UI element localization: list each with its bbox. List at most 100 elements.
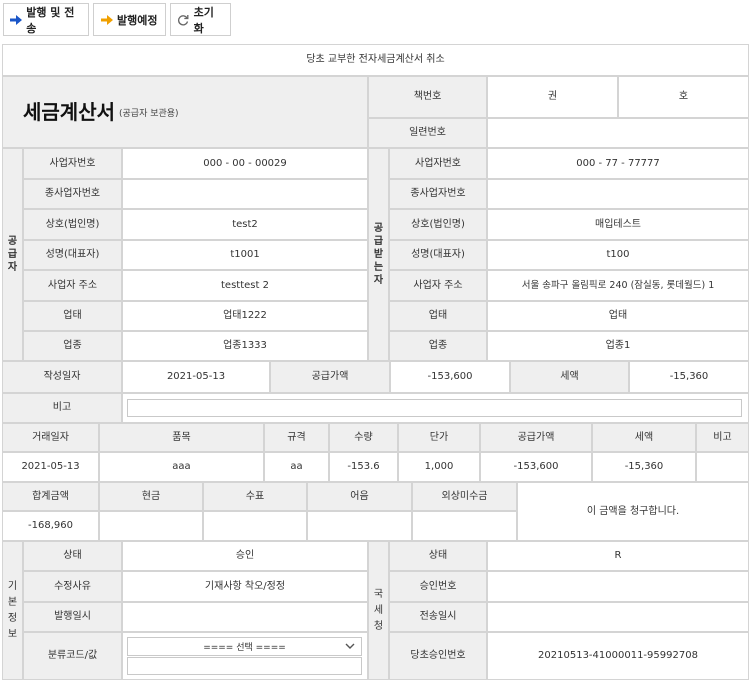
book-number: 호 — [618, 76, 749, 118]
basic-info-section-label: 기본정보 — [2, 541, 23, 680]
buyer-company-value: 매입테스트 — [487, 209, 749, 240]
basic-reason-label: 수정사유 — [23, 571, 122, 602]
totals-note — [307, 511, 412, 541]
issue-schedule-button[interactable]: 발행예정 — [93, 3, 166, 36]
totals-sum: -168,960 — [2, 511, 99, 541]
item-qty: -153.6 — [329, 452, 398, 482]
supply-value: -153,600 — [390, 361, 510, 393]
refresh-icon — [177, 13, 190, 26]
serial-value — [487, 118, 749, 148]
serial-label: 일련번호 — [368, 118, 487, 148]
supplier-company-label: 상호(법인명) — [23, 209, 122, 240]
totals-check — [203, 511, 307, 541]
supplier-ceo-label: 성명(대표자) — [23, 240, 122, 270]
memo-input[interactable] — [127, 399, 742, 417]
nts-original-label: 당초승인번호 — [389, 632, 487, 680]
totals-header-note: 어음 — [307, 482, 412, 511]
issue-send-button[interactable]: 발행 및 전송 — [3, 3, 89, 36]
date-label: 작성일자 — [2, 361, 122, 393]
totals-header-credit: 외상미수금 — [412, 482, 517, 511]
buyer-biztype-label: 업태 — [389, 301, 487, 331]
book-label: 책번호 — [368, 76, 487, 118]
book-volume: 권 — [487, 76, 618, 118]
buyer-ceo-value: t100 — [487, 240, 749, 270]
date-value: 2021-05-13 — [122, 361, 270, 393]
item-name: aaa — [99, 452, 264, 482]
buyer-address-label: 사업자 주소 — [389, 270, 487, 301]
reset-label: 초기화 — [193, 5, 214, 35]
supplier-reg-value: 000 - 00 - 00029 — [122, 148, 368, 179]
category-select-value: ==== 선택 ==== — [203, 643, 286, 653]
supply-label: 공급가액 — [270, 361, 390, 393]
buyer-bizitem-value: 업종1 — [487, 331, 749, 361]
arrow-right-icon — [10, 13, 23, 26]
items-header-supply: 공급가액 — [480, 423, 592, 452]
buyer-bizitem-label: 업종 — [389, 331, 487, 361]
basic-status-value: 승인 — [122, 541, 368, 571]
nts-approval-value — [487, 571, 749, 602]
totals-credit — [412, 511, 517, 541]
nts-sent-value — [487, 602, 749, 632]
buyer-reg-value: 000 - 77 - 77777 — [487, 148, 749, 179]
items-header-spec: 규격 — [264, 423, 329, 452]
title-main: 세금계산서 — [23, 100, 115, 124]
buyer-section-label: 공급받는자 — [368, 148, 389, 361]
items-header-qty: 수량 — [329, 423, 398, 452]
supplier-ceo-value: t1001 — [122, 240, 368, 270]
item-spec: aa — [264, 452, 329, 482]
nts-status-value: R — [487, 541, 749, 571]
buyer-biztype-value: 업태 — [487, 301, 749, 331]
category-value-input[interactable] — [127, 657, 362, 675]
buyer-subreg-label: 종사업자번호 — [389, 179, 487, 209]
item-tax: -15,360 — [592, 452, 696, 482]
issue-schedule-label: 발행예정 — [117, 13, 158, 27]
item-memo — [696, 452, 749, 482]
item-date: 2021-05-13 — [2, 452, 99, 482]
buyer-subreg-value — [487, 179, 749, 209]
supplier-address-value: testtest 2 — [122, 270, 368, 301]
buyer-address-value: 서울 송파구 올림픽로 240 (잠실동, 롯데월드) 1 — [487, 270, 749, 301]
reset-button[interactable]: 초기화 — [170, 3, 231, 36]
items-header-tax: 세액 — [592, 423, 696, 452]
supplier-reg-label: 사업자번호 — [23, 148, 122, 179]
claim-text: 이 금액을 청구합니다. — [517, 482, 749, 541]
category-select[interactable]: ==== 선택 ==== — [127, 637, 362, 656]
supplier-address-label: 사업자 주소 — [23, 270, 122, 301]
buyer-reg-label: 사업자번호 — [389, 148, 487, 179]
toolbar: 발행 및 전송 발행예정 초기화 — [3, 3, 231, 36]
totals-header-cash: 현금 — [99, 482, 203, 511]
nts-approval-label: 승인번호 — [389, 571, 487, 602]
tax-label: 세액 — [510, 361, 629, 393]
title-sub: (공급자 보관용) — [119, 108, 179, 119]
totals-header-check: 수표 — [203, 482, 307, 511]
buyer-ceo-label: 성명(대표자) — [389, 240, 487, 270]
invoice-title: 세금계산서 (공급자 보관용) — [2, 76, 368, 148]
items-header-date: 거래일자 — [2, 423, 99, 452]
issue-send-label: 발행 및 전송 — [26, 5, 75, 35]
chevron-down-icon — [345, 641, 355, 651]
nts-section-label: 국세청 — [368, 541, 389, 680]
nts-status-label: 상태 — [389, 541, 487, 571]
nts-sent-label: 전송일시 — [389, 602, 487, 632]
item-price: 1,000 — [398, 452, 480, 482]
buyer-company-label: 상호(법인명) — [389, 209, 487, 240]
arrow-right-icon — [100, 13, 113, 26]
basic-issued-value — [122, 602, 368, 632]
supplier-biztype-label: 업태 — [23, 301, 122, 331]
supplier-subreg-label: 종사업자번호 — [23, 179, 122, 209]
basic-issued-label: 발행일시 — [23, 602, 122, 632]
tax-value: -15,360 — [629, 361, 749, 393]
items-header-price: 단가 — [398, 423, 480, 452]
basic-category-label: 분류코드/값 — [23, 632, 122, 680]
basic-status-label: 상태 — [23, 541, 122, 571]
supplier-section-label: 공급자 — [2, 148, 23, 361]
supplier-biztype-value: 업태1222 — [122, 301, 368, 331]
supplier-subreg-value — [122, 179, 368, 209]
totals-header-sum: 합계금액 — [2, 482, 99, 511]
items-header-memo: 비고 — [696, 423, 749, 452]
totals-cash — [99, 511, 203, 541]
supplier-bizitem-value: 업종1333 — [122, 331, 368, 361]
memo-label: 비고 — [2, 393, 122, 423]
nts-original-value: 20210513-41000011-95992708 — [487, 632, 749, 680]
items-header-name: 품목 — [99, 423, 264, 452]
